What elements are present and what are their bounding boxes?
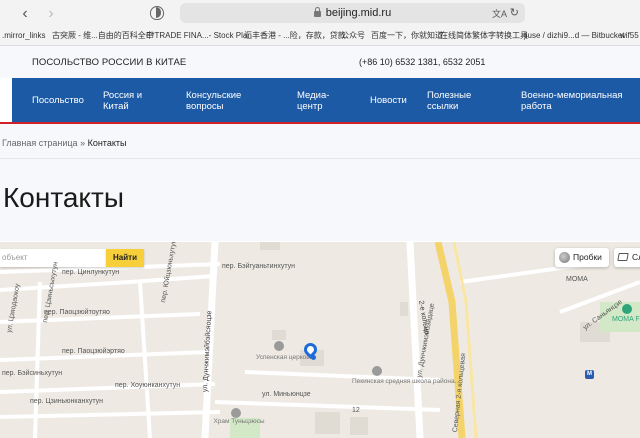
url-text: beijing.mid.ru	[325, 7, 392, 19]
nav-item-embassy[interactable]: Посольство	[32, 95, 84, 106]
breadcrumb-current: Контакты	[87, 138, 127, 148]
translate-icon[interactable]: 文A	[492, 7, 507, 20]
place-icon[interactable]	[622, 304, 632, 314]
divider	[0, 158, 640, 159]
site-name[interactable]: ПОСОЛЬСТВО РОССИИ В КИТАЕ	[32, 57, 186, 68]
layers-icon	[617, 253, 629, 261]
bookmark-item[interactable]: jiuse / dizhi9...d — Bitbucket	[524, 27, 625, 45]
map-label: пер. Цзиньюнканхутун	[30, 398, 104, 405]
bookmark-item[interactable]: E*TRADE FINA...- Stock Plan	[146, 27, 252, 45]
breadcrumb-home[interactable]: Главная страница	[2, 138, 78, 148]
refresh-icon[interactable]: ↻	[510, 6, 519, 19]
map-poi-label: Пекинская средняя школа района...	[352, 378, 461, 385]
breadcrumb: Главная страница » Контакты	[2, 138, 126, 148]
map-poi-label: Храм Туньцзюсы	[213, 418, 265, 425]
map-label: пер. Цинлункутун	[62, 269, 120, 276]
bookmark-item[interactable]: 公众号	[341, 27, 365, 45]
site-header: ПОСОЛЬСТВО РОССИИ В КИТАЕ (+86 10) 6532 …	[0, 46, 640, 78]
location-pin-dot	[311, 355, 316, 360]
nav-item-memorial[interactable]: Военно-мемориальная работа	[521, 90, 623, 112]
back-icon[interactable]: ‹	[14, 0, 36, 27]
church-icon[interactable]	[274, 341, 284, 351]
metro-icon[interactable]: M	[585, 370, 594, 379]
map[interactable]: объект Найти Пробки Сл пер. Цинлункутун …	[0, 242, 640, 438]
nav-item-consular[interactable]: Консульские вопросы	[186, 90, 241, 112]
main-navigation: Посольство Россия и Китай Консульские вопр…	[12, 78, 640, 122]
map-label: MOMA	[566, 276, 588, 283]
map-label: MOMA F	[612, 316, 640, 323]
traffic-icon	[559, 252, 570, 263]
school-icon[interactable]	[372, 366, 382, 376]
map-label: ул. Миньюнцзе	[262, 391, 311, 398]
bookmark-item[interactable]: 汇丰香港 - ...险，存款，贷款	[244, 27, 346, 45]
bookmarks-bar: .mirror_links 古突厥 - 维...自由的百科全书 E*TRADE …	[0, 27, 640, 46]
page-title: Контакты	[3, 182, 124, 213]
site-phone: (+86 10) 6532 1381, 6532 2051	[359, 57, 486, 67]
map-label: пер. Паоцзюйтоутяо	[44, 309, 110, 316]
nav-item-media[interactable]: Медиа-центр	[297, 90, 329, 112]
bookmark-item[interactable]: 在线简体繁体字转换工具	[440, 27, 528, 45]
bookmark-item[interactable]: wif55	[620, 27, 639, 45]
nav-item-news[interactable]: Новости	[370, 95, 407, 106]
map-label: 12	[352, 407, 360, 414]
forward-icon[interactable]: ›	[40, 0, 62, 27]
layers-button[interactable]: Сл	[614, 248, 640, 267]
temple-icon[interactable]	[231, 408, 241, 418]
bookmark-item[interactable]: .mirror_links	[2, 27, 46, 45]
bookmark-item[interactable]: 百度一下，你就知道	[371, 27, 443, 45]
nav-item-links[interactable]: Полезные ссылки	[427, 90, 471, 112]
map-label: пер. Бэйсиньхутун	[2, 370, 63, 377]
map-label: пер. Бэйгуаньтинхутун	[222, 263, 296, 270]
lock-icon	[313, 7, 321, 17]
map-label: пер. Хоуюнканхутун	[115, 382, 181, 389]
map-search-button[interactable]: Найти	[106, 249, 144, 267]
map-label: пер. Паоцзюйэртяо	[62, 348, 125, 355]
breadcrumb-separator: »	[80, 138, 86, 148]
traffic-button[interactable]: Пробки	[555, 248, 609, 267]
bookmark-item[interactable]: 古突厥 - 维...自由的百科全书	[52, 27, 154, 45]
address-bar[interactable]: beijing.mid.ru 文A ↻	[180, 3, 525, 23]
nav-item-russia-china[interactable]: Россия и Китай	[103, 90, 142, 112]
map-poi-label: Успенская церковь	[256, 354, 314, 361]
browser-toolbar: ‹ › beijing.mid.ru 文A ↻	[0, 0, 640, 27]
content-header: Главная страница » Контакты Контакты	[0, 124, 640, 241]
privacy-shield-icon[interactable]	[150, 6, 164, 20]
